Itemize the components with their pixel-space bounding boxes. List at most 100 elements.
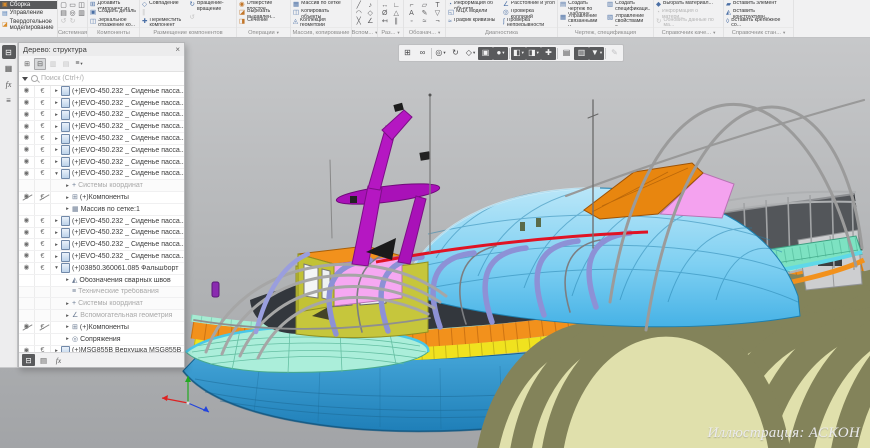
load-state-icon[interactable] <box>35 204 51 215</box>
filter-button[interactable]: ▼▾ <box>589 47 604 60</box>
display-mode-button[interactable]: ▣ <box>478 47 493 60</box>
expand-arrow-icon[interactable]: ▸ <box>53 136 60 142</box>
tree-row[interactable]: ≡Технические требования <box>19 287 184 299</box>
collision-check[interactable]: ◎Проверка коллизий <box>503 9 555 17</box>
load-state-icon[interactable]: € <box>35 110 51 121</box>
expand-arrow-icon[interactable]: ▸ <box>64 336 71 342</box>
aux-icon-4[interactable]: ◇ <box>368 10 373 17</box>
close-icon[interactable]: × <box>175 46 180 54</box>
load-state-icon[interactable]: € <box>35 98 51 109</box>
eye-icon[interactable] <box>19 275 35 286</box>
tree-row[interactable]: ▸+Системы координат <box>19 180 184 192</box>
tree-row[interactable]: ◉€▸(+)EVO-450.232 _ Сиденье пасса... <box>19 110 184 122</box>
hole-simple[interactable]: ◉Отверстие простое <box>239 1 288 9</box>
insert-element[interactable]: ▰Вставить элемент <box>726 1 791 9</box>
expand-arrow-icon[interactable]: ▸ <box>64 324 71 330</box>
ribbon-tab-solid-modeling[interactable]: ◪Твердотельное моделирование <box>0 18 57 33</box>
rotate-rotation[interactable]: ↻Вращение-вращение <box>190 1 235 14</box>
load-state-icon[interactable] <box>35 310 51 321</box>
load-state-icon[interactable]: € <box>35 239 51 250</box>
annotation-icon-2[interactable]: ▱ <box>422 2 427 9</box>
load-state-icon[interactable] <box>35 287 51 298</box>
load-state-icon[interactable]: € <box>35 216 51 227</box>
filter-icon[interactable] <box>22 77 28 81</box>
print[interactable]: ▤ <box>60 10 67 17</box>
select-material[interactable]: ◆Выбрать материал... <box>656 1 721 9</box>
tree-row[interactable]: ◉€▸(+)EVO-450.232 _ Сиденье пасса... <box>19 228 184 240</box>
eye-icon[interactable]: ◉ <box>19 121 35 132</box>
annotation-icon-3[interactable]: T <box>435 2 439 9</box>
search-row[interactable]: Поиск (Ctrl+/) <box>19 72 184 86</box>
annotation-icon-5[interactable]: ✎ <box>422 10 428 17</box>
tree-row[interactable]: ▸▦Массив по сетке:1 <box>19 204 184 216</box>
tree-row[interactable]: ◉€▸(+)EVO-450.232 _ Сиденье пасса... <box>19 157 184 169</box>
continuity-check[interactable]: ∫Проверка непрерывности <box>503 18 555 26</box>
copy-button[interactable]: ▥ <box>574 47 589 60</box>
eye-icon[interactable]: ◉ <box>19 228 35 239</box>
move-component[interactable]: ✚Переместить компонент <box>142 18 187 26</box>
tree-row[interactable]: ▸◎Сопряжения <box>19 334 184 346</box>
load-state-icon[interactable] <box>35 275 51 286</box>
eye-icon[interactable] <box>19 204 35 215</box>
expand-arrow-icon[interactable]: ▸ <box>53 88 60 94</box>
new-document[interactable]: ▢ <box>60 2 67 9</box>
annotation-icon-1[interactable]: ⌐ <box>409 2 413 9</box>
save-as[interactable]: ▥ <box>78 10 85 17</box>
mate-coincident[interactable]: ◇Совпадение <box>142 1 187 9</box>
distance-angle[interactable]: ∠Расстояние и угол <box>503 1 555 9</box>
geometry-collection[interactable]: ◬Коллекция геометрии <box>293 18 349 26</box>
eye-icon[interactable]: ◉ <box>19 322 35 333</box>
tree-row[interactable]: ◉€▸(+)EVO-450.232 _ Сиденье пасса... <box>19 145 184 157</box>
menu-panel-button[interactable]: ≡ <box>2 93 16 107</box>
tree-options-button[interactable]: ≡▾ <box>73 58 85 70</box>
model-mass-properties[interactable]: ◱МЦХ модели <box>448 9 500 17</box>
expand-arrow-icon[interactable]: ▸ <box>53 242 60 248</box>
annotation-icon-8[interactable]: ≈ <box>423 18 427 25</box>
tree-row[interactable]: ◉€▸⊞(+)Компоненты <box>19 192 184 204</box>
eye-icon[interactable]: ◉ <box>19 263 35 274</box>
chevron-down-icon[interactable]: ▾ <box>277 30 279 36</box>
expand-arrow-icon[interactable]: ▸ <box>53 147 60 153</box>
load-state-icon[interactable]: € <box>35 157 51 168</box>
eye-icon[interactable]: ◉ <box>19 192 35 203</box>
expand-arrow-icon[interactable]: ▸ <box>64 277 71 283</box>
structure-tab[interactable]: ⊟ <box>22 354 35 366</box>
collapse-arrow-icon[interactable]: ▾ <box>53 265 60 271</box>
eye-icon[interactable]: ◉ <box>19 86 35 97</box>
insert-structural[interactable]: ◭Вставить конструктивн... <box>726 9 791 17</box>
load-state-icon[interactable] <box>35 334 51 345</box>
dimension-icon-6[interactable]: ∥ <box>395 18 399 25</box>
cut-extrude[interactable]: ◪Вырезать выдавлен... <box>239 9 288 17</box>
tree-row[interactable]: ◉€▾(+)EVO-450.232 _ Сиденье пасса... <box>19 169 184 181</box>
dimension-icon-3[interactable]: Ø <box>382 10 387 17</box>
chevron-down-icon[interactable]: ▾ <box>397 30 399 36</box>
layers-panel-button[interactable]: ▦ <box>2 61 16 75</box>
tree-panel-button[interactable]: ⊟ <box>2 45 16 59</box>
annotation-icon-6[interactable]: ▽ <box>435 10 440 17</box>
manage-linked-drawings[interactable]: ▦Управление связанными ч... <box>560 14 604 27</box>
parameters-panel-button[interactable]: fx <box>2 77 16 91</box>
tree-row[interactable]: ◉€▸(+)EVO-450.232 _ Сиденье пасса... <box>19 86 184 98</box>
load-state-icon[interactable]: € <box>35 169 51 180</box>
tree-row[interactable]: ◉€▸(+)EVO-450.232 _ Сиденье пасса... <box>19 239 184 251</box>
insert-fastener[interactable]: ◊Вставить крепежное со... <box>726 18 791 26</box>
chevron-down-icon[interactable]: ▾ <box>438 30 440 36</box>
load-state-icon[interactable]: € <box>35 86 51 97</box>
load-state-icon[interactable]: € <box>35 121 51 132</box>
expand-arrow-icon[interactable]: ▸ <box>53 254 60 260</box>
save-document[interactable]: ◫ <box>78 2 85 9</box>
expand-arrow-icon[interactable]: ▸ <box>64 301 71 307</box>
variables-tab[interactable]: fx <box>52 354 65 366</box>
tree-row[interactable]: ◉€▸(+)EVO-450.232 _ Сиденье пасса... <box>19 98 184 110</box>
expand-arrow-icon[interactable]: ▸ <box>53 100 60 106</box>
appearance-button[interactable]: ●▾ <box>493 47 508 60</box>
relations-button[interactable]: ∞ <box>415 47 430 60</box>
tree-row[interactable]: ▸∠Вспомогательная геометрия <box>19 310 184 322</box>
tree-row[interactable]: ◉€▸(+)EVO-450.232 _ Сиденье пасса... <box>19 251 184 263</box>
load-state-icon[interactable]: € <box>35 322 51 333</box>
expand-arrow-icon[interactable]: ▸ <box>53 230 60 236</box>
fit-all-button[interactable]: ✚ <box>541 47 556 60</box>
load-state-icon[interactable]: € <box>35 145 51 156</box>
load-state-icon[interactable]: € <box>35 133 51 144</box>
eye-icon[interactable] <box>19 334 35 345</box>
